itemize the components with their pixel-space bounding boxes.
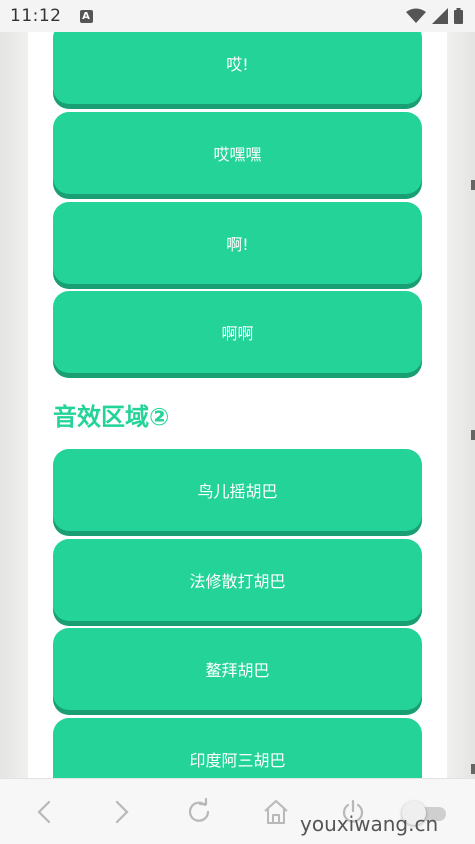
sound-button[interactable]: 哎嘿嘿 <box>53 112 422 194</box>
sound-button[interactable]: 啊! <box>53 202 422 284</box>
sound-button[interactable]: 鳌拜胡巴 <box>53 628 422 710</box>
edge-marker <box>471 430 475 440</box>
section-title: 音效区域② <box>53 403 170 431</box>
status-icons <box>406 8 463 24</box>
web-page[interactable]: 哎! 哎嘿嘿 啊! 啊啊 音效区域② 鸟儿摇胡巴 法修散打胡巴 鳌拜胡巴 印度阿… <box>28 32 447 778</box>
refresh-icon[interactable] <box>184 797 214 827</box>
chevron-left-icon[interactable] <box>30 797 60 827</box>
chevron-right-icon[interactable] <box>106 797 136 827</box>
a-notification-icon: A <box>79 9 93 23</box>
status-time: 11:12 <box>10 6 62 26</box>
page-margin-right <box>447 32 475 778</box>
wifi-icon <box>406 8 426 23</box>
edge-marker <box>471 180 475 190</box>
page-margin-left <box>0 32 28 778</box>
sound-button[interactable]: 法修散打胡巴 <box>53 539 422 621</box>
status-bar: 11:12 A <box>0 0 475 32</box>
sound-button[interactable]: 哎! <box>53 32 422 104</box>
watermark: youxiwang.cn <box>300 812 439 836</box>
edge-marker <box>471 764 475 774</box>
sound-button[interactable]: 印度阿三胡巴 <box>53 718 422 778</box>
home-icon[interactable] <box>261 797 291 827</box>
signal-icon <box>432 8 448 24</box>
sound-button[interactable]: 鸟儿摇胡巴 <box>53 449 422 531</box>
battery-icon <box>454 8 463 24</box>
sound-button[interactable]: 啊啊 <box>53 291 422 373</box>
